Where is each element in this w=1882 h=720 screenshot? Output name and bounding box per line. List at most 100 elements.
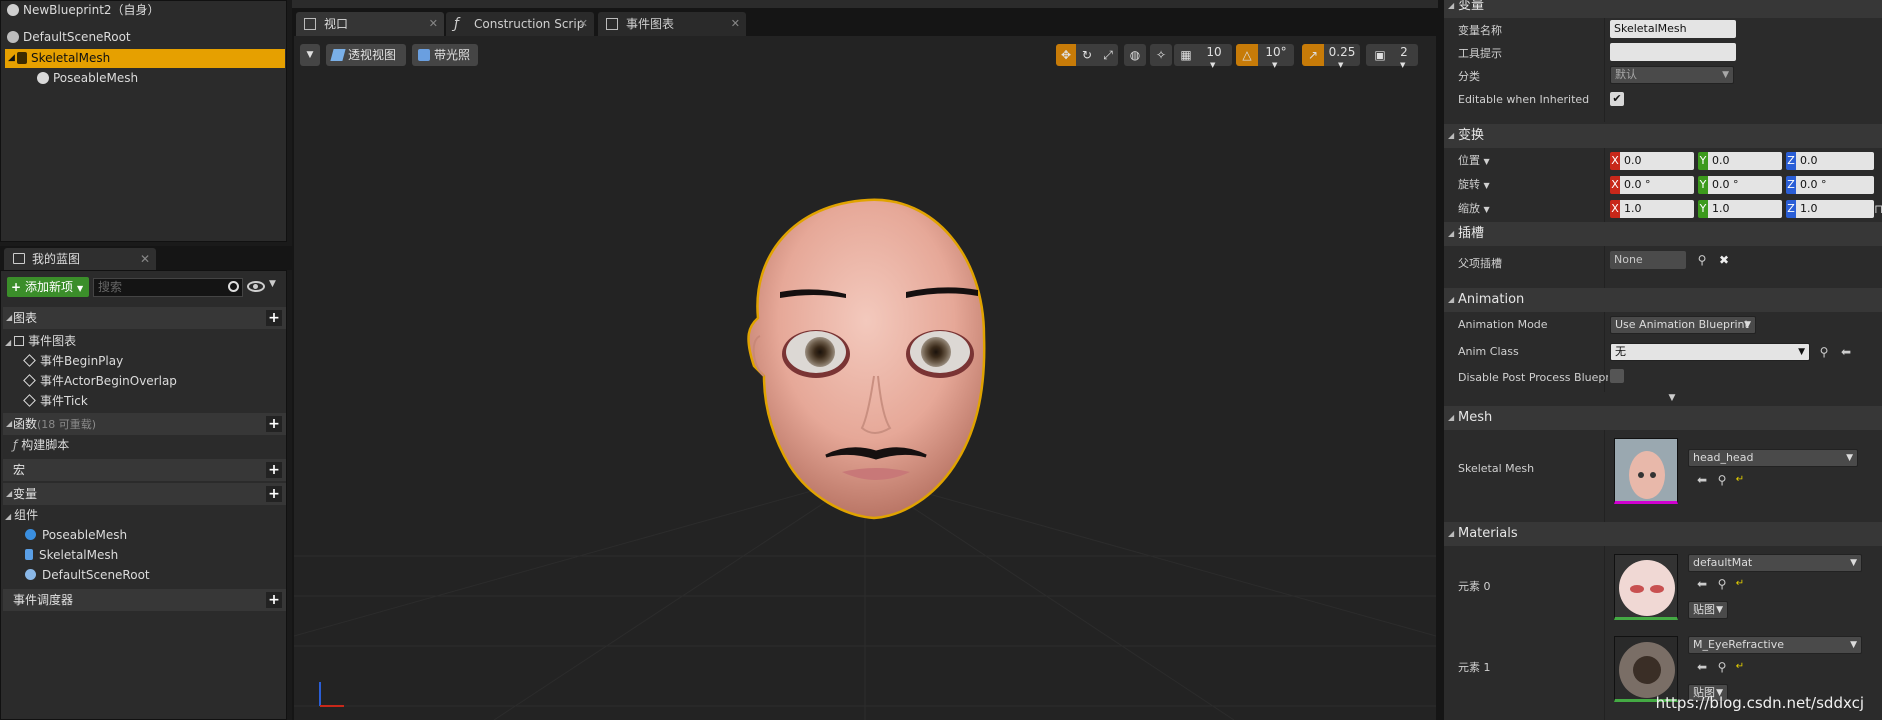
scale-y-field[interactable]: 1.0	[1708, 200, 1782, 218]
search-input[interactable]: 搜索	[93, 278, 243, 297]
parent-socket-field[interactable]: None	[1610, 251, 1686, 269]
var-name-field[interactable]: SkeletalMesh	[1610, 20, 1736, 38]
section-mesh[interactable]: ◢ Mesh	[1444, 406, 1882, 430]
tree-item-blueprint-self[interactable]: NewBlueprint2（自身）	[7, 1, 160, 20]
close-icon[interactable]: ✕	[579, 12, 588, 36]
tree-item-poseable-mesh[interactable]: PoseableMesh	[37, 69, 138, 88]
element0-dropdown[interactable]: defaultMat ▼	[1688, 554, 1862, 572]
eye-icon[interactable]	[247, 281, 265, 292]
expand-advanced-icon[interactable]: ▼	[1666, 392, 1678, 404]
list-item-component[interactable]: PoseableMesh	[25, 525, 127, 545]
tab-event-graph[interactable]: 事件图表 ✕	[598, 12, 746, 36]
close-icon[interactable]: ✕	[140, 248, 150, 270]
anim-mode-dropdown[interactable]: Use Animation Blueprint ▼	[1610, 316, 1756, 334]
list-item-construction-script[interactable]: ƒ 构建脚本	[13, 435, 69, 455]
reset-icon[interactable]: ↵	[1734, 474, 1746, 486]
add-function-button[interactable]: +	[266, 416, 282, 432]
list-item-event[interactable]: 事件BeginPlay	[23, 351, 123, 371]
use-selected-arrow-icon[interactable]: ⬅	[1840, 346, 1852, 358]
editable-inherited-checkbox[interactable]: ✔	[1610, 92, 1624, 106]
location-label[interactable]: 位置 ▼	[1458, 152, 1490, 168]
search-icon[interactable]: ⚲	[1818, 346, 1830, 358]
element0-thumbnail[interactable]	[1614, 554, 1678, 620]
tree-item-default-scene-root[interactable]: DefaultSceneRoot	[7, 28, 131, 47]
menu-strip	[292, 0, 1438, 8]
list-item-event[interactable]: 事件Tick	[23, 391, 88, 411]
add-variable-button[interactable]: +	[266, 486, 282, 502]
close-icon[interactable]: ✕	[731, 12, 740, 36]
search-icon[interactable]: ⚲	[1696, 254, 1708, 266]
section-transform[interactable]: ◢ 变换	[1444, 124, 1882, 148]
tree-item-skeletal-mesh[interactable]: ◢ SkeletalMesh	[5, 49, 285, 68]
chevron-down-icon[interactable]: ▼	[269, 279, 276, 289]
3d-viewport[interactable]: ▼ 透视视图 带光照 ✥ ↻ ⤢ ◍ ✧ ▦ 10 ▼ △ 10° ▼ ↗ 0.…	[294, 36, 1436, 720]
element1-dropdown[interactable]: M_EyeRefractive ▼	[1688, 636, 1862, 654]
add-macro-button[interactable]: +	[266, 462, 282, 478]
disable-post-process-checkbox[interactable]	[1610, 369, 1624, 383]
tab-viewport[interactable]: 视口 ✕	[296, 12, 444, 36]
use-selected-arrow-icon[interactable]: ⬅	[1696, 578, 1708, 590]
location-y-field[interactable]: 0.0	[1708, 152, 1782, 170]
axis-x-label: X	[1610, 152, 1620, 170]
collapse-triangle-icon: ◢	[1448, 413, 1455, 422]
section-variable[interactable]: ◢ 变量	[1444, 0, 1882, 18]
chevron-down-icon: ▼	[1850, 558, 1857, 568]
rotation-z-field[interactable]: 0.0 °	[1796, 176, 1874, 194]
use-selected-arrow-icon[interactable]: ⬅	[1696, 661, 1708, 673]
scale-label[interactable]: 缩放 ▼	[1458, 200, 1490, 216]
tab-my-blueprint[interactable]: 我的蓝图 ✕	[4, 248, 156, 270]
element1-label: 元素 1	[1458, 661, 1491, 674]
location-z-field[interactable]: 0.0	[1796, 152, 1874, 170]
reset-icon[interactable]: ↵	[1734, 661, 1746, 673]
tooltip-field[interactable]	[1610, 43, 1736, 61]
add-new-button[interactable]: + 添加新项 ▼	[7, 277, 89, 297]
browse-icon[interactable]: ⚲	[1716, 578, 1728, 590]
viewport-area: 视口 ✕ ƒ Construction Scrip ✕ 事件图表 ✕ ▼ 透视视…	[292, 0, 1438, 720]
browse-icon[interactable]: ⚲	[1716, 661, 1728, 673]
collapse-triangle-icon: ◢	[5, 338, 12, 347]
scale-x-field[interactable]: 1.0	[1620, 200, 1694, 218]
location-x-field[interactable]: 0.0	[1620, 152, 1694, 170]
list-item-component[interactable]: DefaultSceneRoot	[25, 565, 150, 585]
sphere-icon	[7, 4, 19, 16]
collapse-triangle-icon: ◢	[6, 313, 13, 322]
rotation-y-field[interactable]: 0.0 °	[1708, 176, 1782, 194]
event-diamond-icon	[23, 354, 36, 367]
element1-thumbnail[interactable]	[1614, 636, 1678, 702]
use-selected-arrow-icon[interactable]: ⬅	[1696, 474, 1708, 486]
element0-texture-dropdown[interactable]: 贴图 ▼	[1688, 601, 1728, 619]
lock-icon[interactable]: ⊓	[1874, 203, 1882, 215]
clear-icon[interactable]: ✖	[1718, 254, 1730, 266]
rotation-label[interactable]: 旋转 ▼	[1458, 176, 1490, 192]
event-diamond-icon	[23, 374, 36, 387]
category-event-dispatchers[interactable]: 事件调度器 +	[3, 589, 286, 611]
section-sockets[interactable]: ◢ 插槽	[1444, 222, 1882, 246]
section-animation[interactable]: ◢ Animation	[1444, 288, 1882, 312]
category-graphs[interactable]: ◢ 图表 +	[3, 307, 286, 329]
category-macros[interactable]: 宏 +	[3, 459, 286, 481]
list-item-component[interactable]: SkeletalMesh	[25, 545, 118, 565]
category-functions[interactable]: ◢ 函数(18 可重载) +	[3, 413, 286, 435]
head-thumbnail-icon	[1615, 439, 1677, 501]
list-item-event-graph[interactable]: ◢ 事件图表	[5, 331, 76, 351]
scale-z-field[interactable]: 1.0	[1796, 200, 1874, 218]
category-variables[interactable]: ◢ 变量 +	[3, 483, 286, 505]
rotation-x-field[interactable]: 0.0 °	[1620, 176, 1694, 194]
close-icon[interactable]: ✕	[429, 12, 438, 36]
scene-root-icon	[7, 31, 19, 43]
anim-class-dropdown[interactable]: 无 ▼	[1610, 343, 1810, 361]
browse-icon[interactable]: ⚲	[1716, 474, 1728, 486]
skeletal-mesh-dropdown[interactable]: head_head ▼	[1688, 449, 1858, 467]
list-item-event[interactable]: 事件ActorBeginOverlap	[23, 371, 177, 391]
list-item-components-group[interactable]: ◢ 组件	[5, 505, 38, 525]
category-dropdown[interactable]: 默认 ▼	[1610, 66, 1734, 84]
skeletal-mesh-thumbnail[interactable]	[1614, 438, 1678, 504]
head-mesh[interactable]	[294, 36, 1436, 720]
section-materials[interactable]: ◢ Materials	[1444, 522, 1882, 546]
add-graph-button[interactable]: +	[266, 310, 282, 326]
axis-x-label: X	[1610, 200, 1620, 218]
axis-gizmo	[319, 682, 344, 707]
tab-construction-script[interactable]: ƒ Construction Scrip ✕	[446, 12, 594, 36]
add-event-dispatcher-button[interactable]: +	[266, 592, 282, 608]
reset-icon[interactable]: ↵	[1734, 578, 1746, 590]
